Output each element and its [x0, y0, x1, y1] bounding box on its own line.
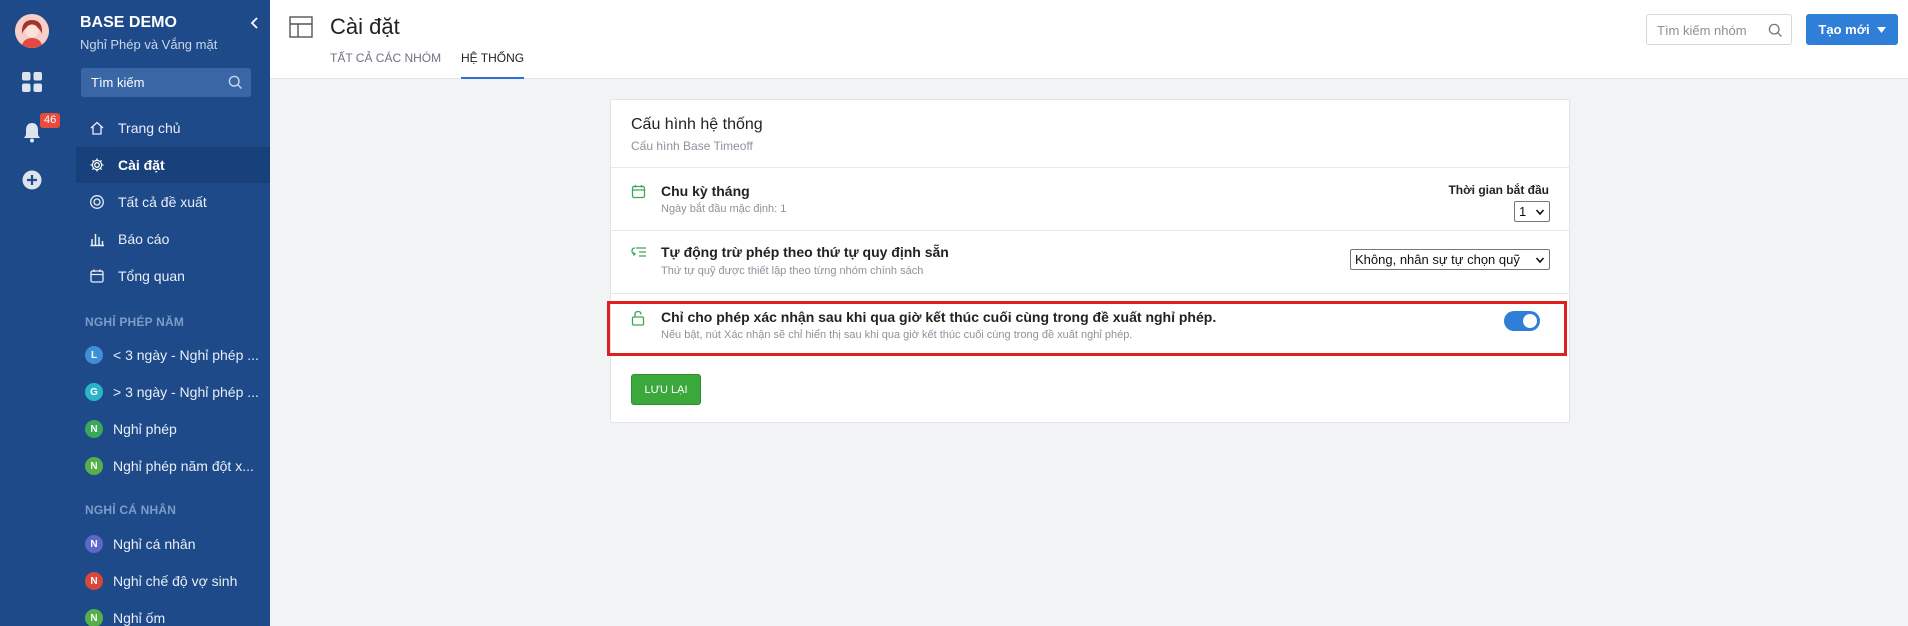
- sidebar-item-label: Báo cáo: [118, 231, 170, 247]
- group-item[interactable]: N Nghỉ cá nhân: [85, 529, 270, 559]
- group-label: < 3 ngày - Nghỉ phép ...: [113, 347, 259, 363]
- card-subtitle: Cấu hình Base Timeoff: [631, 139, 753, 153]
- sort-list-icon: [631, 245, 647, 264]
- setting-row-monthly-cycle: Chu kỳ tháng Ngày bắt đầu mặc định: 1 Th…: [611, 167, 1569, 230]
- sidebar-item-label: Tổng quan: [118, 268, 185, 284]
- sidebar: BASE DEMO Nghỉ Phép và Vắng mặt Tìm kiếm…: [64, 0, 270, 626]
- system-config-card: Cấu hình hệ thống Cấu hình Base Timeoff …: [610, 99, 1570, 423]
- fund-order-value: Không, nhân sự tự chọn quỹ: [1355, 252, 1520, 267]
- group-letter-badge: N: [85, 535, 103, 553]
- sidebar-item-reports[interactable]: Báo cáo: [76, 221, 270, 257]
- bar-chart-icon: [88, 230, 106, 248]
- group-item[interactable]: N Nghỉ phép: [85, 414, 270, 444]
- chevron-down-icon: [1535, 209, 1545, 216]
- setting-row-auto-deduct: Tự động trừ phép theo thứ tự quy định sẵ…: [611, 230, 1569, 293]
- setting-title: Chu kỳ tháng: [661, 183, 750, 199]
- search-icon: [1768, 23, 1782, 37]
- notification-badge: 46: [40, 113, 61, 128]
- tab-system[interactable]: HỆ THỐNG: [461, 51, 525, 79]
- start-day-select[interactable]: 1: [1514, 201, 1550, 222]
- calendar-icon: [88, 267, 106, 285]
- sidebar-item-label: Tất cả đề xuất: [118, 194, 207, 210]
- avatar[interactable]: [15, 14, 49, 48]
- section-title-annual-leave: NGHỈ PHÉP NĂM: [85, 315, 185, 329]
- setting-description: Ngày bắt đầu mặc định: 1: [661, 203, 787, 215]
- group-letter-badge: N: [85, 420, 103, 438]
- section-title-personal-leave: NGHỈ CÁ NHÂN: [85, 503, 177, 517]
- sidebar-item-label: Trang chủ: [118, 120, 181, 136]
- caret-down-icon: [1876, 26, 1886, 33]
- group-label: > 3 ngày - Nghỉ phép ...: [113, 384, 259, 400]
- search-icon: [228, 75, 242, 89]
- collapse-sidebar-icon[interactable]: [250, 16, 260, 32]
- home-icon: [88, 119, 106, 137]
- page-header: Cài đặt TẤT CẢ CÁC NHÓM HỆ THỐNG Tìm kiế…: [270, 0, 1908, 79]
- sidebar-item-label: Cài đặt: [118, 157, 165, 173]
- group-item[interactable]: L < 3 ngày - Nghỉ phép ...: [85, 340, 270, 370]
- group-search-placeholder: Tìm kiếm nhóm: [1657, 23, 1747, 38]
- apps-grid-icon[interactable]: [20, 70, 44, 94]
- chevron-down-icon: [1535, 257, 1545, 264]
- page-title: Cài đặt: [330, 14, 400, 39]
- sidebar-search-input[interactable]: Tìm kiếm: [81, 68, 251, 97]
- highlight-annotation-box: [607, 301, 1567, 356]
- group-letter-badge: L: [85, 346, 103, 364]
- brand-subtitle: Nghỉ Phép và Vắng mặt: [80, 37, 218, 52]
- sidebar-item-settings[interactable]: Cài đặt: [76, 147, 270, 183]
- group-letter-badge: N: [85, 572, 103, 590]
- group-label: Nghỉ ốm: [113, 610, 166, 626]
- group-item[interactable]: N Nghỉ ốm: [85, 603, 270, 626]
- sidebar-item-overview[interactable]: Tổng quan: [76, 258, 270, 294]
- group-label: Nghỉ phép năm đột x...: [113, 458, 254, 474]
- fund-order-select[interactable]: Không, nhân sự tự chọn quỹ: [1350, 249, 1550, 270]
- group-item[interactable]: N Nghỉ chế độ vợ sinh: [85, 566, 270, 596]
- group-search-input[interactable]: Tìm kiếm nhóm: [1646, 14, 1792, 45]
- calendar-icon: [631, 184, 646, 204]
- group-letter-badge: N: [85, 457, 103, 475]
- card-title: Cấu hình hệ thống: [631, 116, 763, 133]
- group-item[interactable]: G > 3 ngày - Nghỉ phép ...: [85, 377, 270, 407]
- sidebar-item-home[interactable]: Trang chủ: [76, 110, 270, 146]
- icon-rail: 46: [0, 0, 64, 626]
- group-letter-badge: N: [85, 609, 103, 626]
- group-label: Nghỉ phép: [113, 421, 177, 437]
- add-circle-icon[interactable]: [20, 168, 44, 192]
- target-icon: [88, 193, 106, 211]
- group-item[interactable]: N Nghỉ phép năm đột x...: [85, 451, 270, 481]
- setting-title: Tự động trừ phép theo thứ tự quy định sẵ…: [661, 244, 949, 260]
- sidebar-item-all-requests[interactable]: Tất cả đề xuất: [76, 184, 270, 220]
- layout-icon: [289, 16, 313, 43]
- setting-description: Thứ tự quỹ được thiết lập theo từng nhóm…: [661, 265, 924, 277]
- group-letter-badge: G: [85, 383, 103, 401]
- start-time-label: Thời gian bắt đầu: [1448, 183, 1549, 197]
- group-label: Nghỉ chế độ vợ sinh: [113, 573, 238, 589]
- create-new-label: Tạo mới: [1818, 22, 1870, 37]
- gear-icon: [88, 156, 106, 174]
- group-label: Nghỉ cá nhân: [113, 536, 196, 552]
- save-button[interactable]: LƯU LẠI: [631, 374, 701, 405]
- brand-name: BASE DEMO: [80, 14, 177, 31]
- sidebar-search-placeholder: Tìm kiếm: [91, 75, 145, 90]
- start-day-value: 1: [1519, 204, 1527, 219]
- tab-all-groups[interactable]: TẤT CẢ CÁC NHÓM: [330, 51, 441, 79]
- create-new-button[interactable]: Tạo mới: [1806, 14, 1898, 45]
